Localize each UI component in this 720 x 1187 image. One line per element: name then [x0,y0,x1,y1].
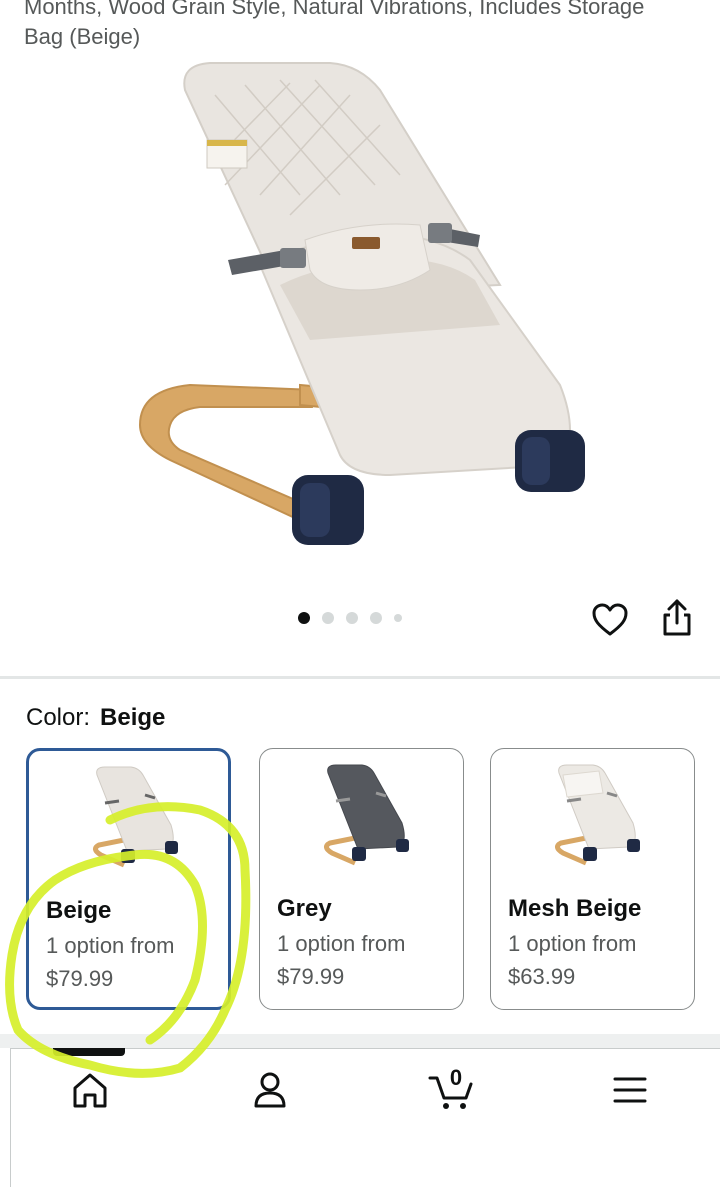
color-label: Color: [26,704,91,731]
swatch-availability: 1 option from [277,931,406,956]
pagination-dot[interactable] [394,614,402,622]
swatch-price: $79.99 [46,966,114,991]
pagination-dot[interactable] [298,612,310,624]
product-title: Months, Wood Grain Style, Natural Vibrat… [24,0,645,49]
swatch-name: Beige [46,897,112,924]
pagination-dot[interactable] [346,612,358,624]
swatch-name: Grey [277,895,332,922]
image-pagination[interactable] [298,610,402,626]
share-icon [663,599,691,636]
cart-count: 0 [449,1065,463,1090]
color-swatch-beige[interactable]: Beige 1 option from $79.99 [26,748,231,1010]
wishlist-button[interactable] [588,598,632,642]
product-image[interactable] [0,55,720,575]
home-icon [73,1073,107,1108]
nav-divider [0,1034,720,1048]
selected-color: Beige [100,704,166,731]
swatch-name: Mesh Beige [508,895,642,922]
color-swatch-mesh-beige[interactable]: Mesh Beige 1 option from $63.99 [490,748,695,1010]
bouncer-illustration [138,62,585,545]
menu-icon [613,1077,647,1103]
pagination-dot[interactable] [322,612,334,624]
swatch-image [79,765,189,875]
color-selector-label: Color: Beige [26,703,165,733]
nav-account[interactable] [246,1066,294,1114]
nav-menu[interactable] [606,1066,654,1114]
active-tab-indicator [53,1048,125,1056]
nav-home[interactable] [66,1066,114,1114]
section-divider [0,676,720,679]
share-button[interactable] [655,596,699,640]
account-icon [254,1072,286,1108]
color-swatch-grey[interactable]: Grey 1 option from $79.99 [259,748,464,1010]
swatch-price: $63.99 [508,964,576,989]
swatch-image [541,763,651,873]
pagination-dot[interactable] [370,612,382,624]
swatch-image [310,763,420,873]
swatch-price: $79.99 [277,964,345,989]
swatch-availability: 1 option from [46,933,175,958]
heart-icon [592,603,628,636]
swatch-availability: 1 option from [508,931,637,956]
